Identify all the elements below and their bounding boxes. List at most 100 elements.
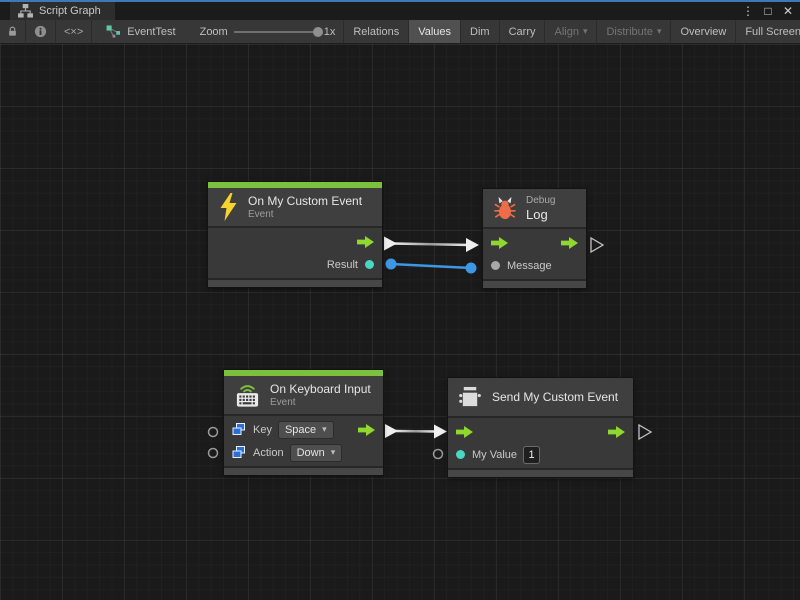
flow-output-port[interactable] bbox=[357, 236, 374, 248]
flow-output-port[interactable] bbox=[608, 426, 625, 438]
node-body: Message bbox=[483, 229, 586, 279]
node-title: Send My Custom Event bbox=[492, 390, 618, 404]
graph-canvas[interactable]: On My Custom Event Event Result bbox=[0, 44, 800, 600]
carry-label: Carry bbox=[509, 26, 536, 38]
flow-input-port[interactable] bbox=[491, 237, 508, 249]
lightning-bolt-icon bbox=[218, 193, 239, 221]
code-preview-button[interactable]: <×> bbox=[56, 20, 92, 43]
value-input-port[interactable] bbox=[456, 450, 465, 459]
info-icon bbox=[34, 25, 47, 38]
lock-icon bbox=[8, 25, 17, 38]
node-header: Send My Custom Event bbox=[448, 378, 633, 418]
node-body: Key Space ▾ Action bbox=[224, 416, 383, 466]
node-title: On Keyboard Input bbox=[270, 382, 371, 396]
node-category: Debug bbox=[526, 195, 555, 206]
node-title: On My Custom Event bbox=[248, 194, 362, 208]
code-icon: <×> bbox=[64, 26, 83, 38]
unconnected-value-port[interactable] bbox=[209, 428, 218, 437]
node-on-my-custom-event[interactable]: On My Custom Event Event Result bbox=[208, 182, 382, 287]
event-machine-icon bbox=[458, 386, 483, 409]
action-dropdown-value: Down bbox=[297, 447, 325, 459]
overview-button[interactable]: Overview bbox=[671, 20, 736, 43]
script-graph-icon bbox=[106, 25, 121, 38]
flow-continuation-port[interactable] bbox=[591, 238, 603, 252]
chevron-down-icon: ▾ bbox=[657, 26, 662, 37]
node-debug-log[interactable]: Debug Log Message bbox=[483, 189, 586, 288]
port-label: Result bbox=[327, 259, 358, 271]
flow-output-port[interactable] bbox=[561, 237, 578, 249]
bug-icon bbox=[493, 195, 517, 221]
value-input-field[interactable]: 1 bbox=[524, 447, 539, 463]
overview-label: Overview bbox=[680, 26, 726, 38]
dim-label: Dim bbox=[470, 26, 490, 38]
chevron-down-icon: ▾ bbox=[583, 26, 588, 37]
lock-button[interactable] bbox=[0, 20, 26, 43]
script-graph-window: Script Graph ⋮ □ ✕ <×> bbox=[0, 0, 800, 600]
node-subtitle: Event bbox=[248, 209, 362, 220]
value-input-port[interactable] bbox=[491, 261, 500, 270]
relations-toggle[interactable]: Relations bbox=[343, 20, 409, 43]
tab-label: Script Graph bbox=[39, 5, 101, 17]
graph-breadcrumb[interactable]: EventTest bbox=[92, 20, 183, 43]
port-label: Action bbox=[253, 447, 284, 459]
graph-toolbar: <×> EventTest Zoom 1x Relations Values bbox=[0, 20, 800, 44]
dim-toggle[interactable]: Dim bbox=[461, 20, 500, 43]
full-screen-label: Full Screen bbox=[745, 26, 800, 38]
flow-wire-keyboard-to-send[interactable] bbox=[385, 424, 447, 439]
close-button[interactable]: ✕ bbox=[780, 3, 796, 19]
unconnected-value-port[interactable] bbox=[209, 449, 218, 458]
zoom-label: Zoom bbox=[200, 26, 228, 38]
node-footer bbox=[483, 279, 586, 288]
keyboard-signal-icon bbox=[234, 382, 261, 408]
node-on-keyboard-input[interactable]: On Keyboard Input Event Key Space ▾ bbox=[224, 370, 383, 475]
flow-input-port[interactable] bbox=[456, 426, 473, 438]
unconnected-value-port[interactable] bbox=[434, 450, 443, 459]
chevron-down-icon: ▾ bbox=[331, 447, 336, 458]
node-send-my-custom-event[interactable]: Send My Custom Event My Value 1 bbox=[448, 378, 633, 477]
inline-value-icon bbox=[232, 423, 246, 436]
distribute-dropdown[interactable]: Distribute ▾ bbox=[597, 20, 671, 43]
window-controls: ⋮ □ ✕ bbox=[740, 2, 800, 20]
zoom-slider-knob[interactable] bbox=[313, 27, 323, 37]
tab-script-graph[interactable]: Script Graph bbox=[10, 2, 115, 20]
node-header: On My Custom Event Event bbox=[208, 188, 382, 228]
values-label: Values bbox=[418, 26, 451, 38]
values-toggle[interactable]: Values bbox=[409, 20, 461, 43]
connections-layer bbox=[0, 44, 800, 600]
zoom-slider[interactable] bbox=[234, 31, 318, 33]
flow-output-port[interactable] bbox=[358, 424, 375, 436]
maximize-button[interactable]: □ bbox=[760, 3, 776, 19]
graph-hierarchy-icon bbox=[18, 4, 33, 18]
node-header: On Keyboard Input Event bbox=[224, 376, 383, 416]
value-output-port[interactable] bbox=[365, 260, 374, 269]
align-dropdown[interactable]: Align ▾ bbox=[545, 20, 597, 43]
chevron-down-icon: ▾ bbox=[322, 424, 327, 435]
window-menu-button[interactable]: ⋮ bbox=[740, 3, 756, 19]
full-screen-button[interactable]: Full Screen bbox=[736, 20, 800, 43]
tab-strip: Script Graph ⋮ □ ✕ bbox=[0, 0, 800, 20]
carry-toggle[interactable]: Carry bbox=[500, 20, 546, 43]
node-footer bbox=[224, 466, 383, 475]
port-label: Key bbox=[253, 424, 272, 436]
value-wire-result-to-message[interactable] bbox=[386, 259, 477, 274]
port-label: My Value bbox=[472, 449, 517, 461]
graph-name: EventTest bbox=[127, 26, 175, 38]
distribute-label: Distribute bbox=[606, 26, 652, 38]
node-header: Debug Log bbox=[483, 189, 586, 229]
port-label: Message bbox=[507, 260, 552, 272]
align-label: Align bbox=[554, 26, 578, 38]
flow-wire-customevent-to-log[interactable] bbox=[384, 237, 479, 253]
zoom-control: Zoom 1x bbox=[184, 20, 344, 43]
action-dropdown[interactable]: Down ▾ bbox=[291, 445, 342, 461]
node-body: Result bbox=[208, 228, 382, 278]
inline-value-icon bbox=[232, 446, 246, 459]
key-dropdown[interactable]: Space ▾ bbox=[279, 422, 333, 438]
node-title: Log bbox=[526, 207, 555, 222]
inspect-button[interactable] bbox=[26, 20, 56, 43]
zoom-value: 1x bbox=[324, 26, 336, 38]
node-footer bbox=[448, 468, 633, 477]
flow-continuation-port[interactable] bbox=[639, 425, 651, 439]
relations-label: Relations bbox=[353, 26, 399, 38]
node-body: My Value 1 bbox=[448, 418, 633, 468]
key-dropdown-value: Space bbox=[285, 424, 316, 436]
